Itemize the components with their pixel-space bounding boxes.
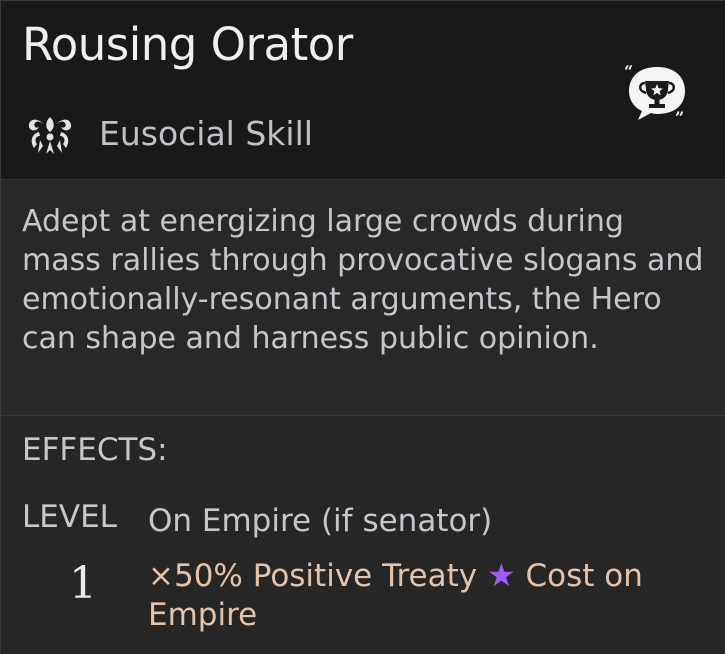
skill-category: Eusocial Skill <box>25 105 313 161</box>
description-panel: Adept at energizing large crowds during … <box>1 179 725 415</box>
effects-heading: EFFECTS: <box>22 432 168 468</box>
skill-description: Adept at energizing large crowds during … <box>22 204 704 356</box>
level-column-label: LEVEL <box>22 499 117 535</box>
effects-panel: EFFECTS: LEVEL On Empire (if senator) 1 … <box>1 415 725 654</box>
tooltip-header: Rousing Orator “ ” Eusocial Skill <box>1 1 725 179</box>
svg-text:”: ” <box>675 108 684 123</box>
effect-text-before: ×50% Positive Treaty <box>148 558 478 594</box>
eusocial-icon <box>28 117 72 154</box>
skill-category-label: Eusocial Skill <box>99 113 313 153</box>
trophy-speech-icon: “ ” <box>624 63 685 123</box>
effect-scope: On Empire (if senator) <box>148 503 493 539</box>
svg-text:“: “ <box>624 63 633 81</box>
effect-level-number: 1 <box>69 558 97 609</box>
effect-description: ×50% Positive Treaty ★ Cost on Empire <box>148 556 708 635</box>
skill-tooltip: Rousing Orator “ ” Eusocial Skill Adept … <box>0 0 725 654</box>
skill-title: Rousing Orator <box>22 18 353 71</box>
influence-star-icon: ★ <box>486 556 516 594</box>
